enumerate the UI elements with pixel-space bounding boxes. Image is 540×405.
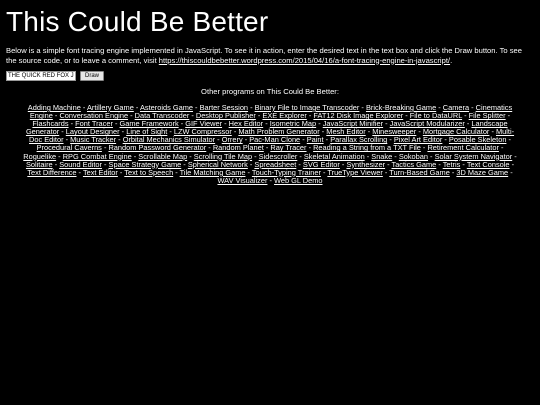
program-link[interactable]: 3D Maze Game [456, 168, 508, 177]
program-link[interactable]: Text to Speech [124, 168, 173, 177]
intro-trailing: . [450, 55, 453, 65]
controls: Draw [6, 71, 534, 81]
source-code-link[interactable]: https://thiscouldbebetter.wordpress.com/… [159, 56, 450, 65]
site-title: This Could Be Better [6, 6, 269, 37]
draw-button[interactable]: Draw [80, 71, 105, 81]
text-to-draw-input[interactable] [6, 71, 76, 81]
other-programs-heading: Other programs on This Could Be Better: [201, 87, 339, 96]
program-link[interactable]: Text Difference [27, 168, 76, 177]
program-separator: - [508, 167, 513, 177]
program-separator: - [506, 135, 511, 145]
program-link[interactable]: TrueType Viewer [327, 168, 382, 177]
program-link[interactable]: Turn-Based Game [389, 168, 450, 177]
page: This Could Be Better Below is a simple f… [0, 6, 540, 405]
program-link[interactable]: Web GL Demo [274, 176, 322, 185]
program-link[interactable]: Text Editor [83, 168, 118, 177]
intro-paragraph: Below is a simple font tracing engine im… [6, 46, 534, 65]
program-list: Adding Machine - Artillery Game - Astero… [6, 103, 534, 185]
program-link[interactable]: WAV Visualizer [217, 176, 267, 185]
